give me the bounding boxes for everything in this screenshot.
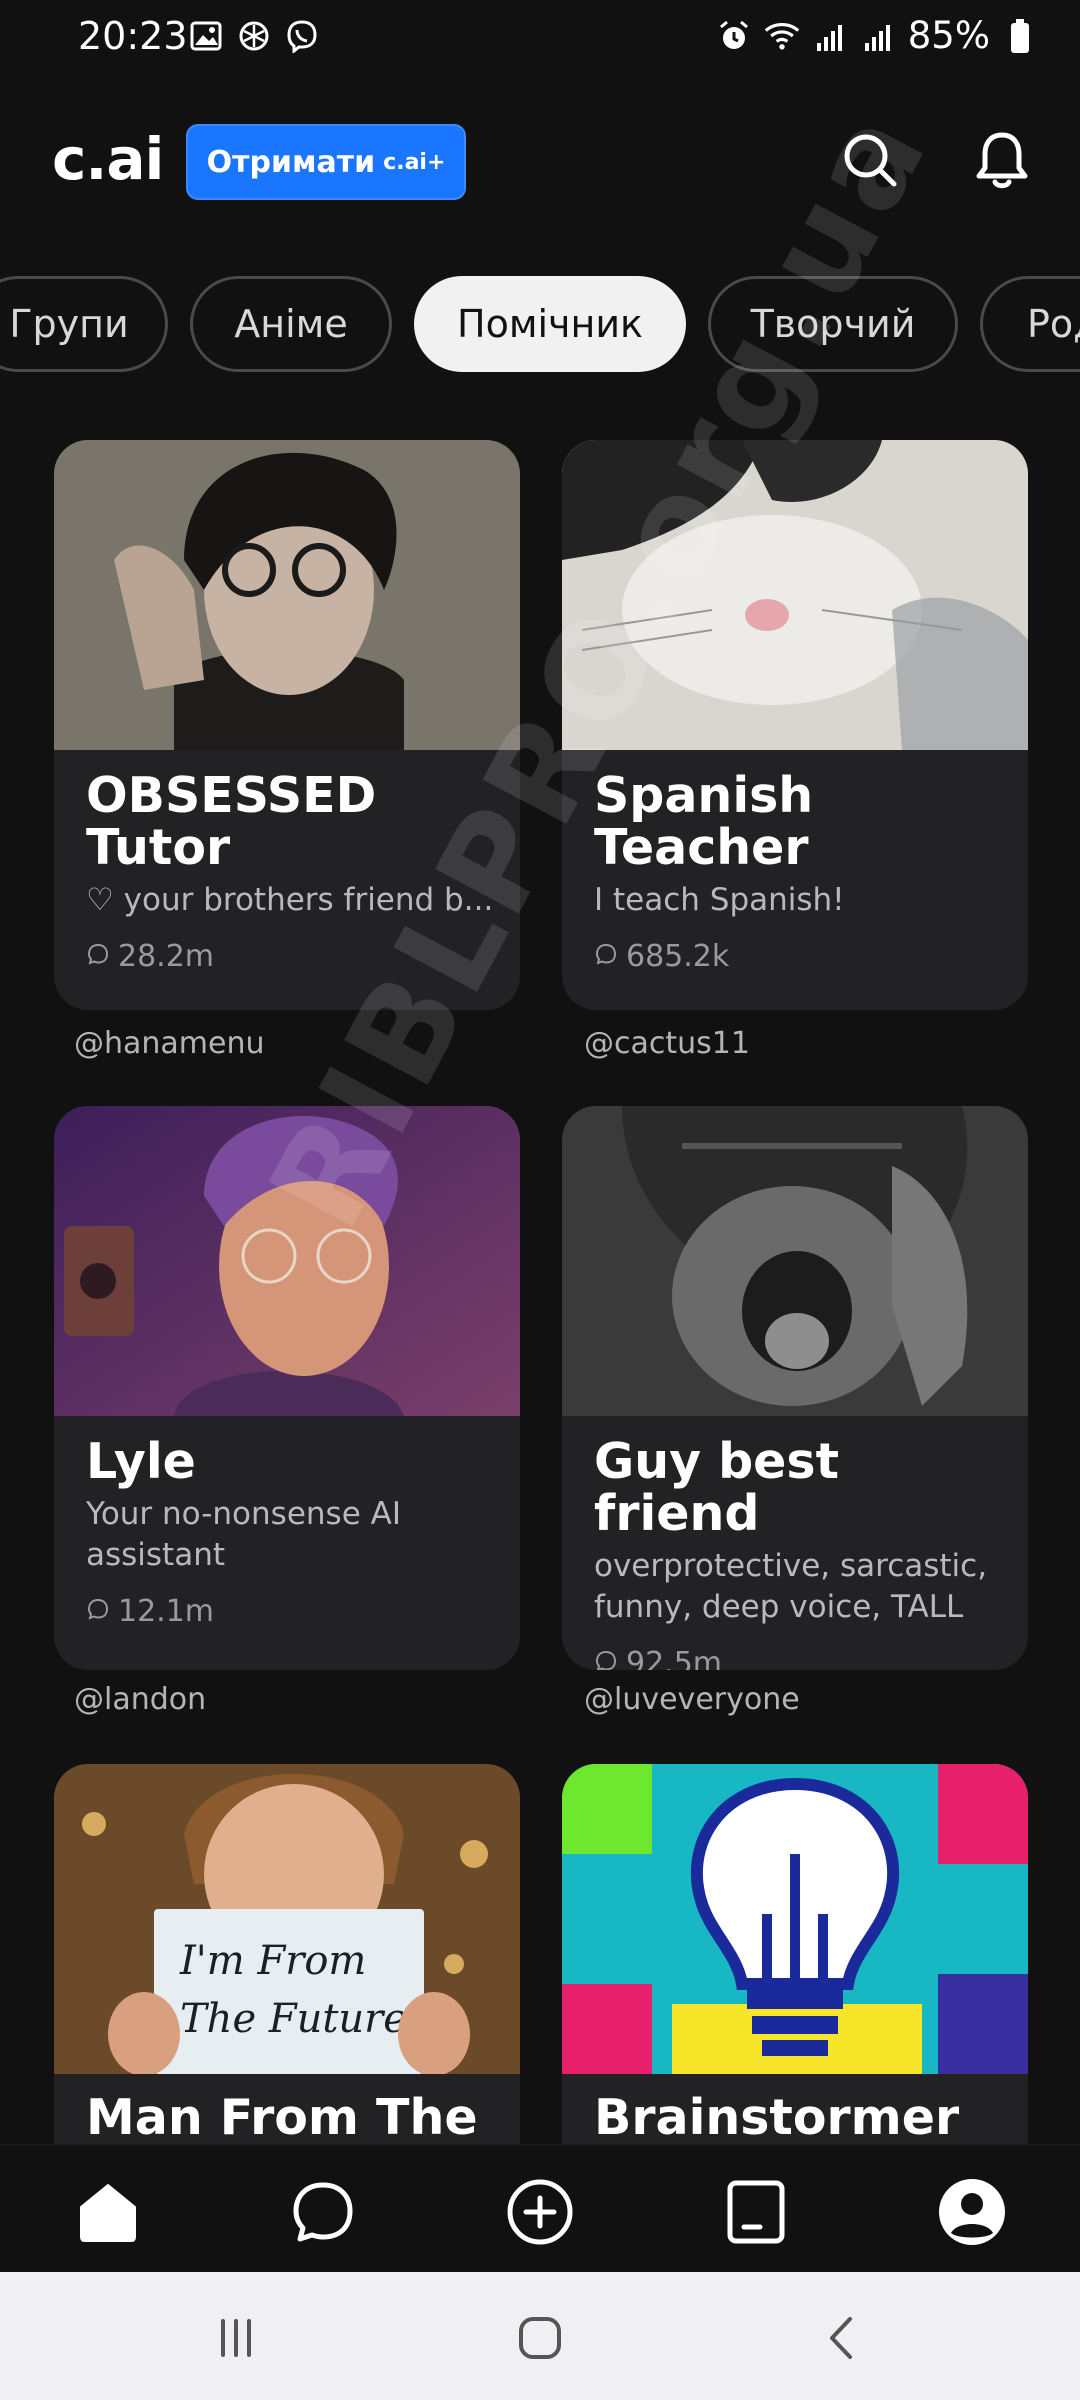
chat-count-value: 685.2k [626,939,730,974]
chat-count-value: 28.2m [118,939,215,974]
tab-anime[interactable]: Аніме [190,276,392,372]
card-author[interactable]: @hanamenu [74,1026,265,1061]
bottom-navigation [0,2144,1080,2274]
wifi-icon [764,18,800,54]
home-icon[interactable] [72,2176,144,2248]
chat-bubble-icon [594,1646,618,1670]
category-tabs: Групи Аніме Помічник Творчий Род [0,276,1080,376]
chat-count-value: 12.1m [118,1594,215,1629]
battery-icon [1002,18,1038,54]
system-status: 85% [716,14,1038,57]
character-avatar: I'm From The Future [54,1764,520,2076]
chat-count: 685.2k [594,939,1002,974]
card-author[interactable]: @landon [74,1682,206,1717]
back-icon[interactable] [812,2308,872,2368]
notification-icons [188,18,320,54]
viber-icon [284,18,320,54]
chat-bubble-icon [86,939,110,974]
card-author[interactable]: @cactus11 [584,1026,750,1061]
signal-icon [860,18,896,54]
character-card[interactable]: I'm From The Future Man From The [54,1764,520,2184]
alarm-icon [716,18,752,54]
chat-bubble-icon [86,1594,110,1629]
card-title: Lyle [86,1433,196,1490]
profile-icon[interactable] [936,2176,1008,2248]
card-title: Man From The [86,2089,478,2146]
system-navigation-bar [0,2272,1080,2400]
battery-percent: 85% [907,14,990,57]
card-title: Guy best friend [594,1433,839,1542]
card-title: Spanish Teacher [594,767,814,876]
sign-text-line1: I'm From [179,1938,366,1984]
get-cai-plus-button[interactable]: Отримати c.ai+ [186,124,466,200]
card-description: Your no-nonsense AI assistant [86,1496,401,1573]
app-logo[interactable]: c.ai [52,125,164,193]
bell-icon[interactable] [966,124,1038,196]
status-bar: 20:23 85% [0,0,1080,76]
character-avatar [562,1106,1028,1416]
card-title: Brainstormer [594,2089,960,2146]
tab-next[interactable]: Род [980,276,1080,372]
chat-count: 12.1m [86,1594,494,1629]
card-description: overprotective, sarcastic, funny, deep v… [594,1548,988,1625]
cta-label: Отримати [206,144,376,180]
recent-apps-icon[interactable] [206,2308,266,2368]
character-card[interactable]: Guy best friend overprotective, sarcasti… [562,1106,1028,1670]
tab-assistant[interactable]: Помічник [414,276,686,372]
chat-count-value: 92.5m [626,1646,723,1670]
chat-count: 92.5m [594,1646,1002,1670]
status-time: 20:23 [78,14,188,58]
chat-bubble-icon [594,939,618,974]
feed-icon[interactable] [720,2176,792,2248]
signal-r-icon [812,18,848,54]
home-button-icon[interactable] [510,2308,570,2368]
sign-text-line2: The Future [180,1996,407,2042]
cta-badge: c.ai+ [383,149,446,175]
character-card[interactable]: Brainstormer [562,1764,1028,2184]
create-icon[interactable] [504,2176,576,2248]
card-description: I teach Spanish! [594,882,845,918]
card-author[interactable]: @luveveryone [584,1682,800,1717]
gallery-icon [188,18,224,54]
openai-icon [236,18,272,54]
chat-icon[interactable] [287,2176,359,2248]
tab-groups[interactable]: Групи [0,276,168,372]
character-avatar [562,1764,1028,2074]
character-avatar [54,440,520,750]
